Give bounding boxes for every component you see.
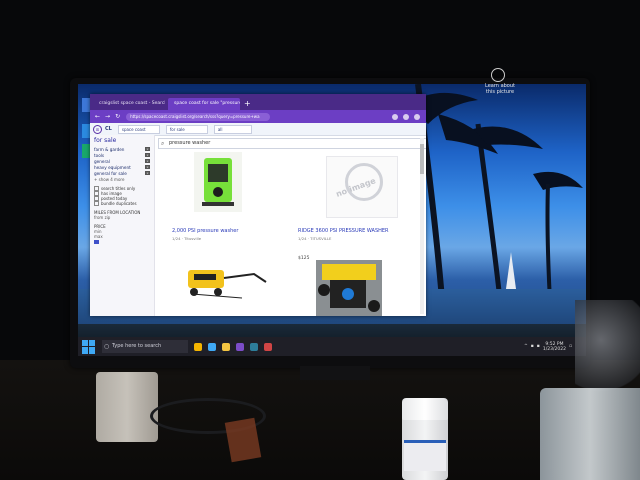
address-bar-row: ← → ↻ https://spacecoast.craigslist.org/… — [90, 110, 426, 123]
section-select[interactable]: for sale — [165, 124, 208, 134]
learn-about-picture-icon[interactable] — [491, 68, 505, 82]
filter-select[interactable]: all — [213, 124, 252, 134]
scrollbar[interactable] — [420, 138, 424, 314]
tab-label: craigslist space coast - Search — [99, 101, 165, 106]
listing-meta: 1/24 · TITUSVILLE — [298, 236, 332, 241]
network-icon[interactable]: ▪ — [531, 344, 534, 349]
pressure-washer-thumbnail[interactable] — [316, 260, 382, 316]
no-image-placeholder[interactable]: no image — [326, 156, 398, 218]
zip-field[interactable]: from zip — [90, 215, 154, 220]
peace-logo-icon[interactable]: ☮ — [93, 124, 102, 134]
volume-icon[interactable]: ▪ — [537, 344, 540, 349]
back-arrow-icon[interactable]: ← — [95, 113, 100, 120]
profile-avatar-icon[interactable] — [403, 113, 409, 120]
listing-title[interactable]: 2,000 PSI pressure washer — [172, 228, 238, 234]
remove-icon[interactable]: × — [145, 165, 150, 170]
learn-about-picture-label[interactable]: Learn about this picture — [480, 83, 520, 95]
pill-bottle-label — [404, 440, 446, 471]
monitor-stand — [300, 366, 370, 380]
apply-button[interactable] — [94, 239, 100, 244]
remove-icon[interactable]: × — [145, 158, 150, 163]
menu-icon[interactable] — [414, 113, 420, 120]
store-icon[interactable] — [250, 342, 258, 351]
clock-time: 9:52 PM — [545, 341, 564, 347]
edge-icon[interactable] — [208, 342, 216, 351]
pill-bottle-cap — [402, 398, 448, 420]
forward-arrow-icon[interactable]: → — [105, 113, 110, 120]
browser-taskbar-icon[interactable] — [236, 342, 244, 351]
location-select[interactable]: space coast — [117, 124, 160, 134]
monitor-screen: craigslist space coast - Search space co… — [78, 84, 586, 356]
new-tab-button[interactable]: + — [244, 98, 251, 110]
bundle-duplicates-checkbox[interactable]: bundle duplicates — [90, 201, 154, 206]
desk-mug — [540, 388, 640, 480]
listing-price: $125 — [298, 256, 310, 261]
taskbar-clock[interactable]: 9:52 PM 1/23/2022 — [543, 342, 566, 352]
pressure-washer-thumbnail[interactable] — [194, 152, 242, 212]
url-field[interactable]: https://spacecoast.craigslist.org/search… — [126, 112, 271, 121]
search-input[interactable]: pressure washer — [158, 138, 426, 149]
chevron-up-icon[interactable]: ^ — [524, 344, 528, 349]
task-view-icon[interactable] — [194, 342, 202, 351]
clock-date: 1/23/2022 — [542, 346, 566, 352]
pressure-washer-thumbnail[interactable] — [182, 260, 274, 304]
remove-icon[interactable]: × — [145, 146, 150, 151]
search-sidebar: for sale farm & garden × tools × general × … — [90, 135, 155, 316]
tab-strip: craigslist space coast - Search space co… — [90, 94, 426, 110]
sidebar-title: for sale — [94, 137, 117, 144]
tab-for-sale-pressure-washer[interactable]: space coast for sale "pressure wa — [168, 98, 240, 110]
listing-title[interactable]: RIDGE 3600 PSI PRESSURE WASHER — [298, 228, 389, 234]
windows-taskbar: Type here to search ^ ▪ ▪ 9:52 PM 1/23/2… — [78, 337, 586, 356]
tab-label: space coast for sale "pressure wa — [174, 101, 240, 106]
foil-object — [575, 300, 640, 400]
remove-icon[interactable]: × — [145, 171, 150, 176]
max-price-field[interactable]: max — [90, 234, 154, 239]
mail-icon[interactable] — [264, 342, 272, 351]
cl-logo[interactable]: CL — [105, 126, 112, 132]
reload-icon[interactable]: ↻ — [115, 113, 120, 120]
remove-icon[interactable]: × — [145, 152, 150, 157]
desk-cup — [96, 372, 158, 442]
taskbar-search-box[interactable]: Type here to search — [102, 340, 188, 353]
tab-craigslist-search[interactable]: craigslist space coast - Search — [93, 98, 165, 110]
browser-window: craigslist space coast - Search space co… — [90, 94, 426, 316]
extension-icon[interactable] — [392, 113, 398, 120]
notifications-icon[interactable]: ▫ — [569, 344, 572, 349]
toolbar-icons — [392, 113, 426, 120]
file-explorer-icon[interactable] — [222, 342, 230, 351]
windows-start-icon[interactable] — [82, 339, 96, 354]
listing-meta: 1/24 · Titusville — [172, 236, 202, 241]
